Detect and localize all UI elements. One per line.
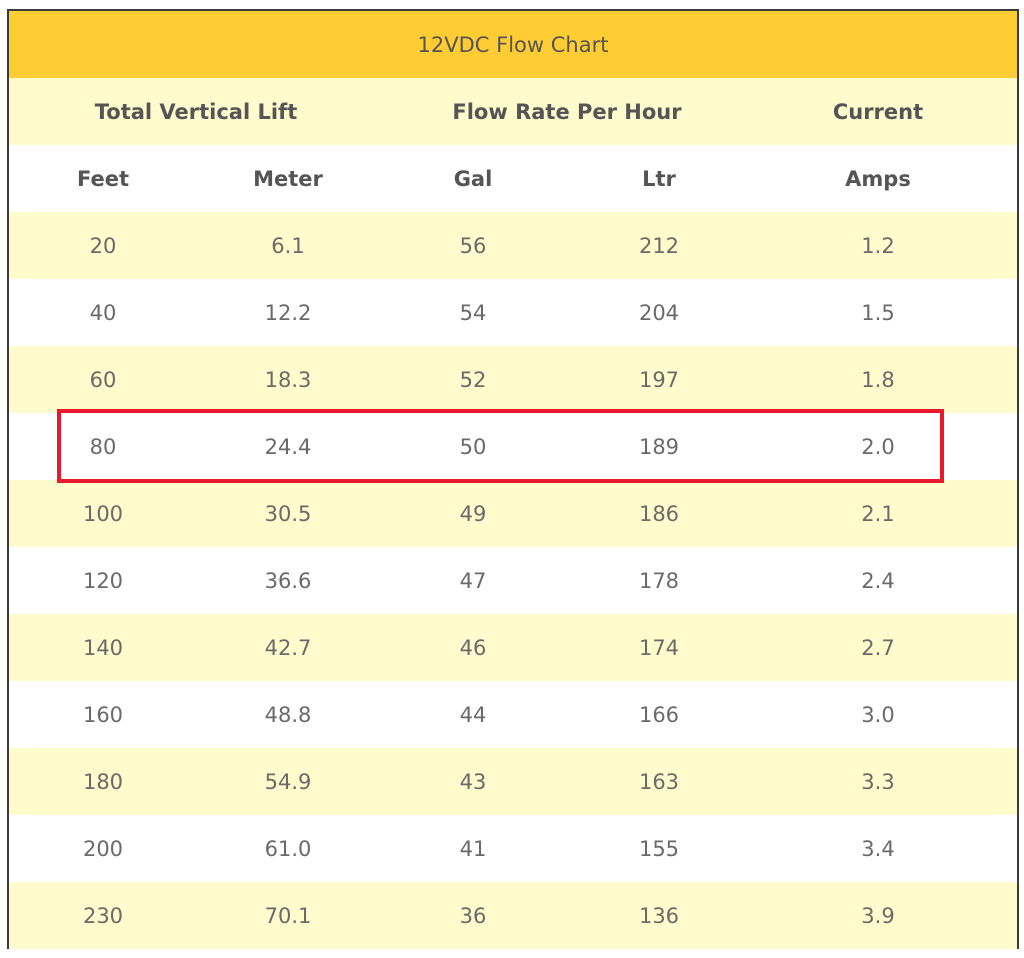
- gal-cell: 44: [459, 702, 487, 727]
- meter-cell: 24.4: [264, 434, 312, 459]
- gal-cell: 52: [459, 367, 487, 392]
- feet-cell: 40: [89, 300, 117, 325]
- header-feet: Feet: [76, 166, 130, 191]
- amps-cell: 1.8: [861, 367, 895, 392]
- feet-cell: 100: [82, 501, 124, 526]
- table-row: 100 30.5 49 186 2.1: [9, 480, 1017, 547]
- gal-cell: 54: [459, 300, 487, 325]
- table-row: 120 36.6 47 178 2.4: [9, 547, 1017, 614]
- table-title-row: 12VDC Flow Chart: [9, 11, 1017, 78]
- ltr-cell: 163: [638, 769, 680, 794]
- meter-cell: 42.7: [264, 635, 312, 660]
- feet-cell: 230: [82, 903, 124, 928]
- ltr-cell: 212: [638, 233, 680, 258]
- table-row: 80 24.4 50 189 2.0: [9, 413, 1017, 480]
- meter-cell: 12.2: [264, 300, 312, 325]
- table-row: 200 61.0 41 155 3.4: [9, 815, 1017, 882]
- meter-cell: 6.1: [271, 233, 305, 258]
- table-row: 160 48.8 44 166 3.0: [9, 681, 1017, 748]
- amps-cell: 3.0: [861, 702, 895, 727]
- header-gal: Gal: [453, 166, 493, 191]
- ltr-cell: 189: [638, 434, 680, 459]
- amps-cell: 3.4: [861, 836, 895, 861]
- gal-cell: 43: [459, 769, 487, 794]
- gal-cell: 50: [459, 434, 487, 459]
- gal-cell: 46: [459, 635, 487, 660]
- meter-cell: 30.5: [264, 501, 312, 526]
- gal-cell: 49: [459, 501, 487, 526]
- amps-cell: 3.9: [861, 903, 895, 928]
- gal-cell: 41: [459, 836, 487, 861]
- ltr-cell: 186: [638, 501, 680, 526]
- ltr-cell: 204: [638, 300, 680, 325]
- header-ltr: Ltr: [642, 166, 676, 191]
- feet-cell: 80: [89, 434, 117, 459]
- meter-cell: 61.0: [264, 836, 312, 861]
- header-meter: Meter: [253, 166, 323, 191]
- meter-cell: 48.8: [264, 702, 312, 727]
- table-row: 40 12.2 54 204 1.5: [9, 279, 1017, 346]
- amps-cell: 2.7: [861, 635, 895, 660]
- meter-cell: 36.6: [264, 568, 312, 593]
- flow-chart-table: 12VDC Flow Chart Total Vertical Lift Flo…: [7, 9, 1019, 949]
- table-title: 12VDC Flow Chart: [417, 32, 609, 57]
- feet-cell: 120: [82, 568, 124, 593]
- header-flow-rate-per-hour: Flow Rate Per Hour: [452, 99, 682, 124]
- feet-cell: 140: [82, 635, 124, 660]
- group-header-row: Total Vertical Lift Flow Rate Per Hour C…: [9, 78, 1017, 145]
- amps-cell: 1.5: [861, 300, 895, 325]
- header-amps: Amps: [845, 166, 911, 191]
- gal-cell: 36: [459, 903, 487, 928]
- feet-cell: 60: [89, 367, 117, 392]
- table-row: 180 54.9 43 163 3.3: [9, 748, 1017, 815]
- table-row: 20 6.1 56 212 1.2: [9, 212, 1017, 279]
- table-row: 140 42.7 46 174 2.7: [9, 614, 1017, 681]
- amps-cell: 2.4: [861, 568, 895, 593]
- table-row: 230 70.1 36 136 3.9: [9, 882, 1017, 949]
- feet-cell: 160: [82, 702, 124, 727]
- table-row: 60 18.3 52 197 1.8: [9, 346, 1017, 413]
- feet-cell: 200: [82, 836, 124, 861]
- gal-cell: 47: [459, 568, 487, 593]
- ltr-cell: 155: [638, 836, 680, 861]
- header-total-vertical-lift: Total Vertical Lift: [94, 99, 298, 124]
- meter-cell: 54.9: [264, 769, 312, 794]
- meter-cell: 70.1: [264, 903, 312, 928]
- ltr-cell: 178: [638, 568, 680, 593]
- feet-cell: 180: [82, 769, 124, 794]
- meter-cell: 18.3: [264, 367, 312, 392]
- header-current: Current: [832, 99, 924, 124]
- gal-cell: 56: [459, 233, 487, 258]
- amps-cell: 1.2: [861, 233, 895, 258]
- unit-header-row: Feet Meter Gal Ltr Amps: [9, 145, 1017, 212]
- ltr-cell: 174: [638, 635, 680, 660]
- amps-cell: 2.1: [861, 501, 895, 526]
- feet-cell: 20: [89, 233, 117, 258]
- ltr-cell: 136: [638, 903, 680, 928]
- amps-cell: 3.3: [861, 769, 895, 794]
- ltr-cell: 197: [638, 367, 680, 392]
- ltr-cell: 166: [638, 702, 680, 727]
- amps-cell: 2.0: [861, 434, 895, 459]
- table-body: 20 6.1 56 212 1.2 40 12.2 54 204 1.5 60 18.3 52 197 1.…: [9, 212, 1017, 949]
